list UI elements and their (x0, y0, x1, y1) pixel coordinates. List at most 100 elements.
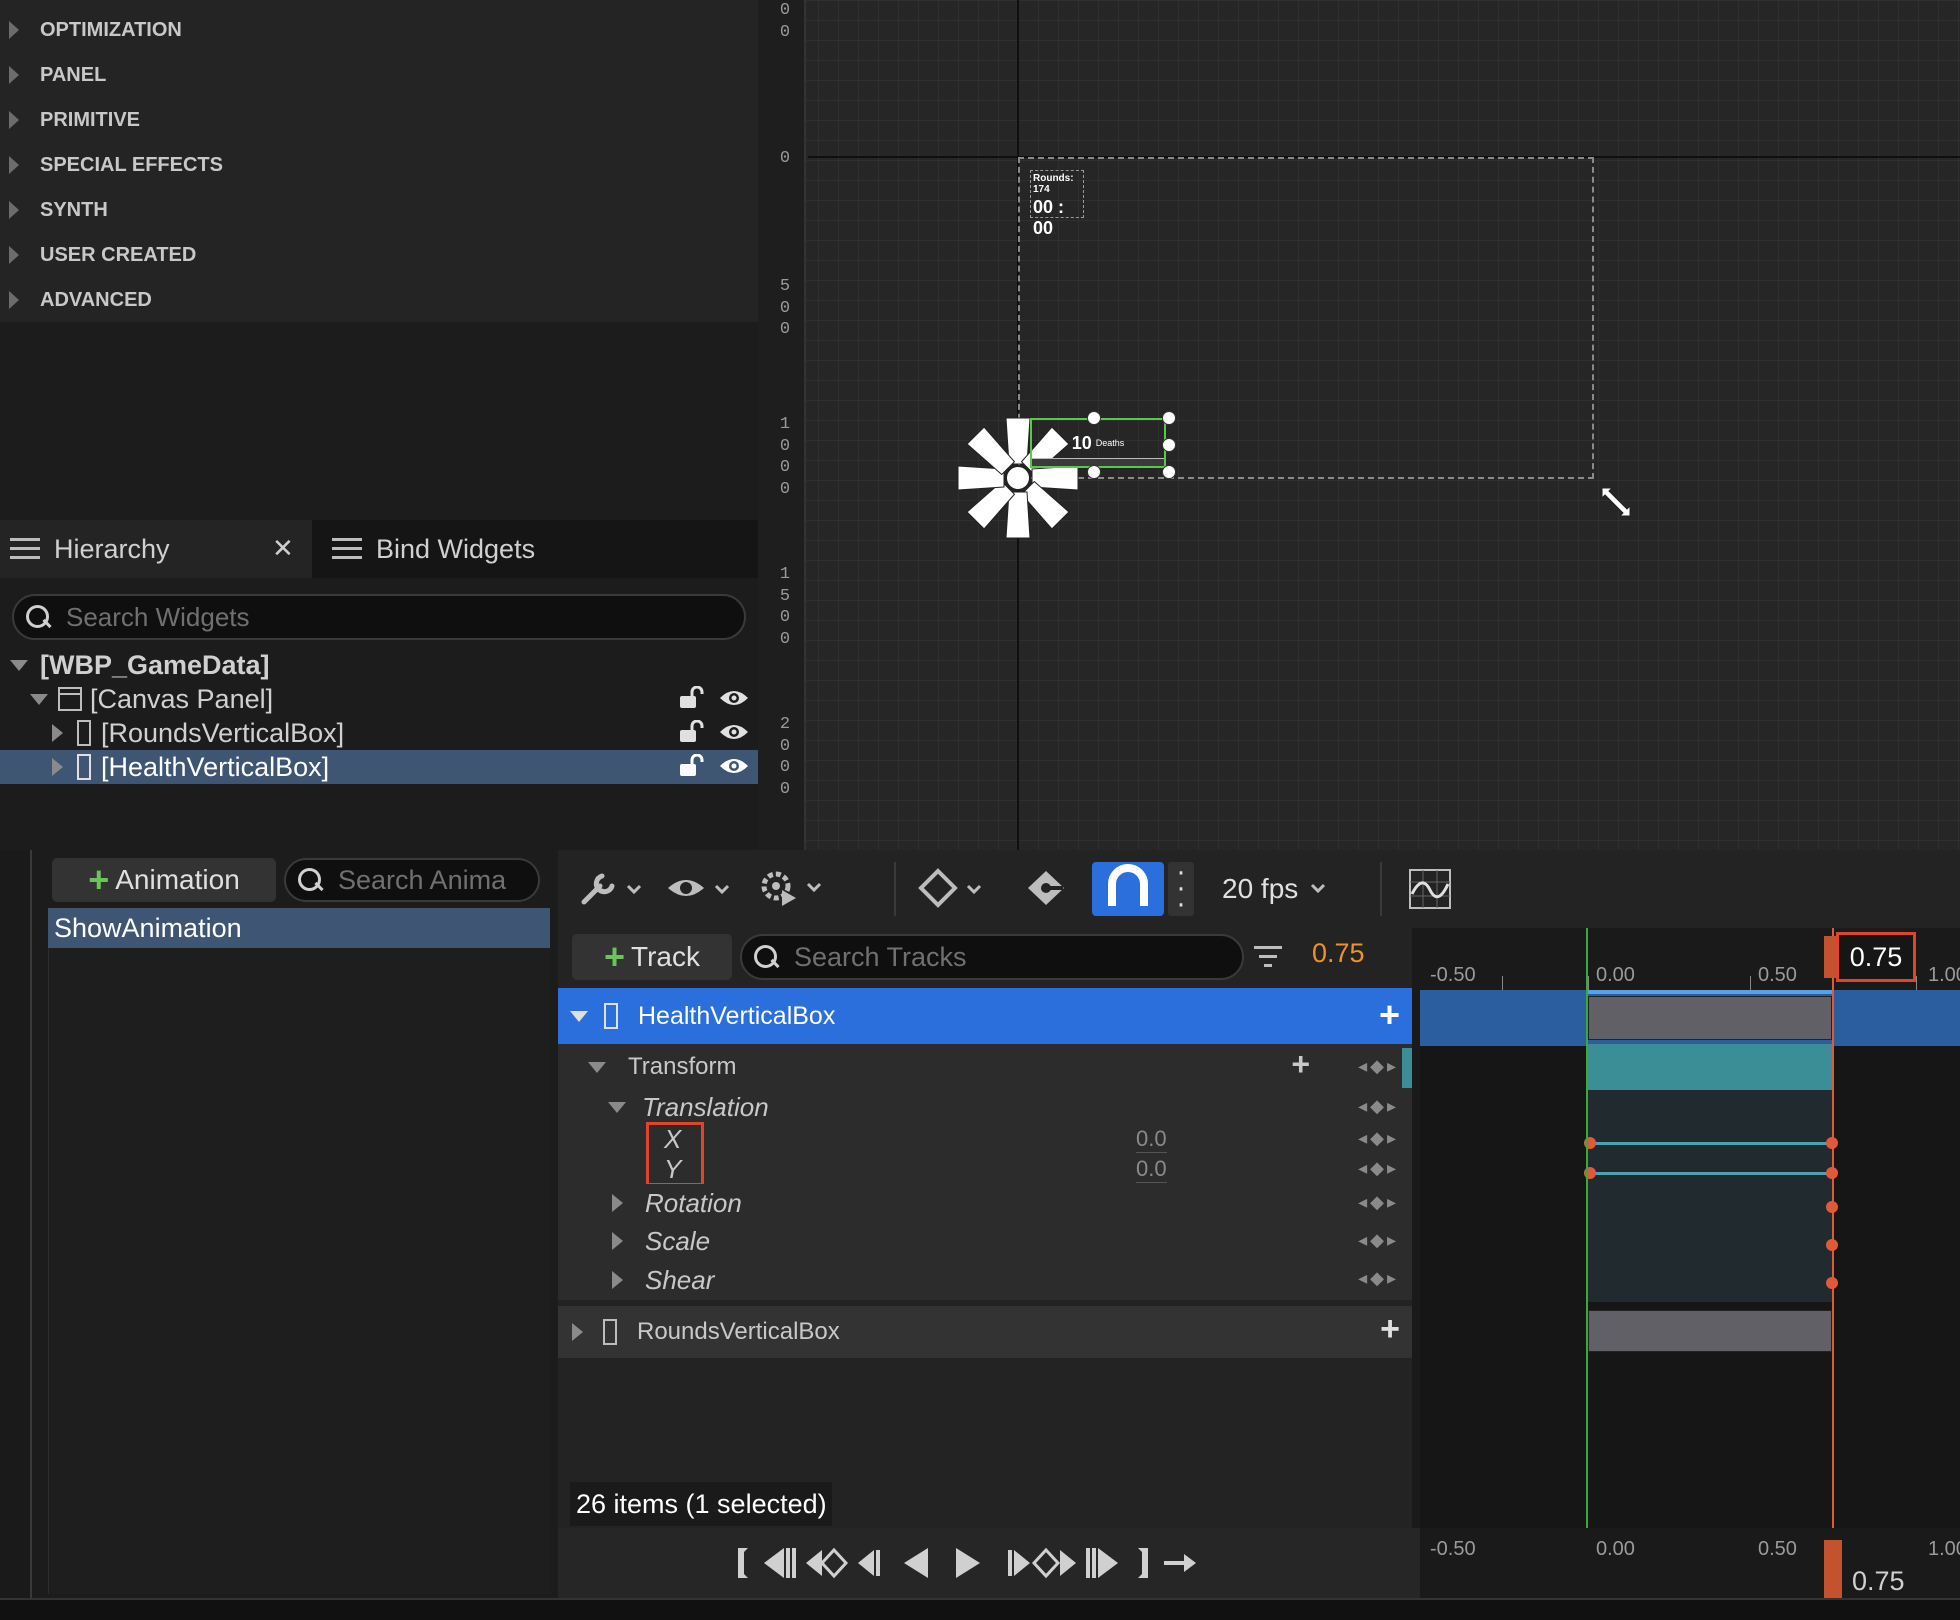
previous-frame-icon[interactable] (764, 1548, 796, 1578)
add-key-icon[interactable]: ◆ (1370, 1158, 1384, 1179)
step-forward-icon[interactable] (1008, 1550, 1030, 1576)
resize-handle[interactable] (1162, 465, 1176, 479)
expand-arrow-icon[interactable] (612, 1271, 623, 1289)
search-animations-input[interactable]: Search Anima (284, 858, 540, 902)
resize-handle[interactable] (1162, 411, 1176, 425)
palette-category-special-effects[interactable]: SPECIAL EFFECTS (0, 143, 758, 187)
add-plus-icon[interactable]: + (1291, 1046, 1310, 1083)
timeline-panel[interactable]: -0.50 0.00 0.50 1.00 0.75 -0.50 0.00 (1420, 928, 1960, 1598)
add-key-icon[interactable]: ◆ (1370, 1128, 1384, 1149)
next-key-icon[interactable]: ▸ (1387, 1230, 1396, 1251)
previous-key-icon[interactable] (806, 1547, 849, 1579)
next-key-icon[interactable]: ▸ (1387, 1096, 1396, 1117)
palette-category-panel[interactable]: PANEL (0, 53, 758, 97)
expand-arrow-icon[interactable] (52, 724, 63, 742)
prev-key-icon[interactable]: ◂ (1358, 1158, 1367, 1179)
next-key-icon[interactable] (1031, 1547, 1076, 1579)
track-scale[interactable]: Scale ◂ ◆ ▸ (558, 1222, 1412, 1260)
snap-options-menu[interactable]: · · · (1168, 861, 1194, 919)
expand-arrow-icon[interactable] (52, 758, 63, 776)
add-key-icon[interactable]: ◆ (1370, 1268, 1384, 1289)
tree-item-rounds-vertical-box[interactable]: [RoundsVerticalBox] (0, 716, 758, 750)
prev-key-icon[interactable]: ◂ (1358, 1056, 1367, 1077)
track-transform[interactable]: Transform + ◂ ◆ ▸ (558, 1044, 1412, 1090)
resize-handle[interactable] (1087, 411, 1101, 425)
start-range-marker[interactable] (1586, 928, 1588, 1598)
scroll-indicator[interactable] (1402, 1048, 1412, 1088)
filter-icon[interactable] (1252, 942, 1284, 972)
search-tracks-input[interactable]: Search Tracks (740, 934, 1244, 980)
prev-key-icon[interactable]: ◂ (1358, 1230, 1367, 1251)
curve-editor-icon[interactable] (1408, 868, 1452, 910)
add-key-icon[interactable]: ◆ (1370, 1230, 1384, 1251)
tree-item-health-vertical-box[interactable]: [HealthVerticalBox] (0, 750, 758, 784)
playhead-line[interactable] (1832, 928, 1834, 1598)
palette-category-advanced[interactable]: ADVANCED (0, 278, 758, 322)
tree-item-canvas-panel[interactable]: [Canvas Panel] (0, 682, 758, 716)
playback-options-gear-icon[interactable] (758, 864, 832, 910)
prev-key-icon[interactable]: ◂ (1358, 1128, 1367, 1149)
expand-arrow-icon[interactable] (612, 1232, 623, 1250)
next-key-icon[interactable]: ▸ (1387, 1128, 1396, 1149)
track-rounds-vertical-box[interactable]: RoundsVerticalBox + (558, 1306, 1412, 1358)
add-key-icon[interactable]: ◆ (1370, 1192, 1384, 1213)
tree-item-wbp-gamedata[interactable]: [WBP_GameData] (0, 648, 758, 682)
keyframe-diamond-icon[interactable] (918, 868, 992, 910)
designer-canvas[interactable]: 0 0 0 5 0 0 1 0 0 0 1 5 0 0 2 0 0 0 Roun… (758, 0, 1960, 850)
search-widgets-input[interactable]: Search Widgets (12, 594, 746, 640)
expand-arrow-icon[interactable] (612, 1194, 623, 1212)
add-track-button[interactable]: + Track (572, 934, 732, 980)
wrench-settings-icon[interactable] (580, 868, 650, 908)
collapse-arrow-icon[interactable] (608, 1101, 626, 1113)
collapse-arrow-icon[interactable] (10, 659, 28, 671)
add-key-icon[interactable]: ◆ (1370, 1056, 1384, 1077)
next-key-icon[interactable]: ▸ (1387, 1056, 1396, 1077)
next-key-icon[interactable]: ▸ (1387, 1268, 1396, 1289)
tab-hierarchy[interactable]: Hierarchy ✕ (0, 520, 312, 578)
track-shear[interactable]: Shear ◂ ◆ ▸ (558, 1260, 1412, 1300)
next-frame-icon[interactable] (1086, 1548, 1118, 1578)
collapse-arrow-icon[interactable] (30, 693, 48, 705)
prev-key-icon[interactable]: ◂ (1358, 1192, 1367, 1213)
jump-to-start-icon[interactable] (738, 1548, 748, 1578)
next-key-icon[interactable]: ▸ (1387, 1158, 1396, 1179)
expand-arrow-icon[interactable] (572, 1323, 583, 1341)
animation-item-showanimation[interactable]: ShowAnimation (48, 908, 550, 948)
unlock-icon[interactable] (678, 720, 708, 744)
y-value-field[interactable]: 0.0 (1136, 1156, 1167, 1183)
add-animation-button[interactable]: + Animation (52, 858, 276, 902)
prev-key-icon[interactable]: ◂ (1358, 1096, 1367, 1117)
collapse-arrow-icon[interactable] (570, 1010, 588, 1022)
step-back-icon[interactable] (858, 1550, 880, 1576)
section-health-box[interactable] (1588, 996, 1832, 1040)
track-health-vertical-box[interactable]: HealthVerticalBox + (558, 988, 1412, 1044)
current-time-field[interactable]: 0.75 (1312, 938, 1365, 969)
prev-key-icon[interactable]: ◂ (1358, 1268, 1367, 1289)
track-translation[interactable]: Translation ◂ ◆ ▸ (558, 1090, 1412, 1124)
unlock-icon[interactable] (678, 754, 708, 778)
playhead-handle-bottom[interactable] (1824, 1540, 1842, 1598)
section-rounds-box[interactable] (1588, 1310, 1832, 1352)
resize-diagonal-icon[interactable] (1596, 482, 1636, 522)
tab-bind-widgets[interactable]: Bind Widgets (332, 520, 632, 578)
play-reverse-icon[interactable] (904, 1548, 928, 1578)
palette-category-optimization[interactable]: OPTIMIZATION (0, 8, 758, 52)
next-key-icon[interactable]: ▸ (1387, 1192, 1396, 1213)
auto-key-icon[interactable] (1024, 868, 1070, 910)
visibility-eye-icon[interactable] (718, 755, 750, 777)
x-value-field[interactable]: 0.0 (1136, 1126, 1167, 1153)
visibility-eye-icon[interactable] (718, 721, 750, 743)
add-plus-icon[interactable]: + (1379, 994, 1400, 1036)
rounds-vertical-box-widget[interactable]: Rounds: 174 00 : 00 (1030, 170, 1084, 238)
add-key-icon[interactable]: ◆ (1370, 1096, 1384, 1117)
frame-rate-dropdown[interactable]: 20 fps (1222, 866, 1338, 912)
snap-toggle-button[interactable] (1092, 862, 1164, 916)
palette-category-primitive[interactable]: PRIMITIVE (0, 98, 758, 142)
collapse-arrow-icon[interactable] (588, 1061, 606, 1073)
palette-category-synth[interactable]: SYNTH (0, 188, 758, 232)
resize-handle[interactable] (1087, 465, 1101, 479)
play-forward-icon[interactable] (956, 1548, 980, 1578)
visibility-eye-icon[interactable] (718, 687, 750, 709)
unlock-icon[interactable] (678, 686, 708, 710)
jump-to-end-icon[interactable] (1138, 1548, 1148, 1578)
